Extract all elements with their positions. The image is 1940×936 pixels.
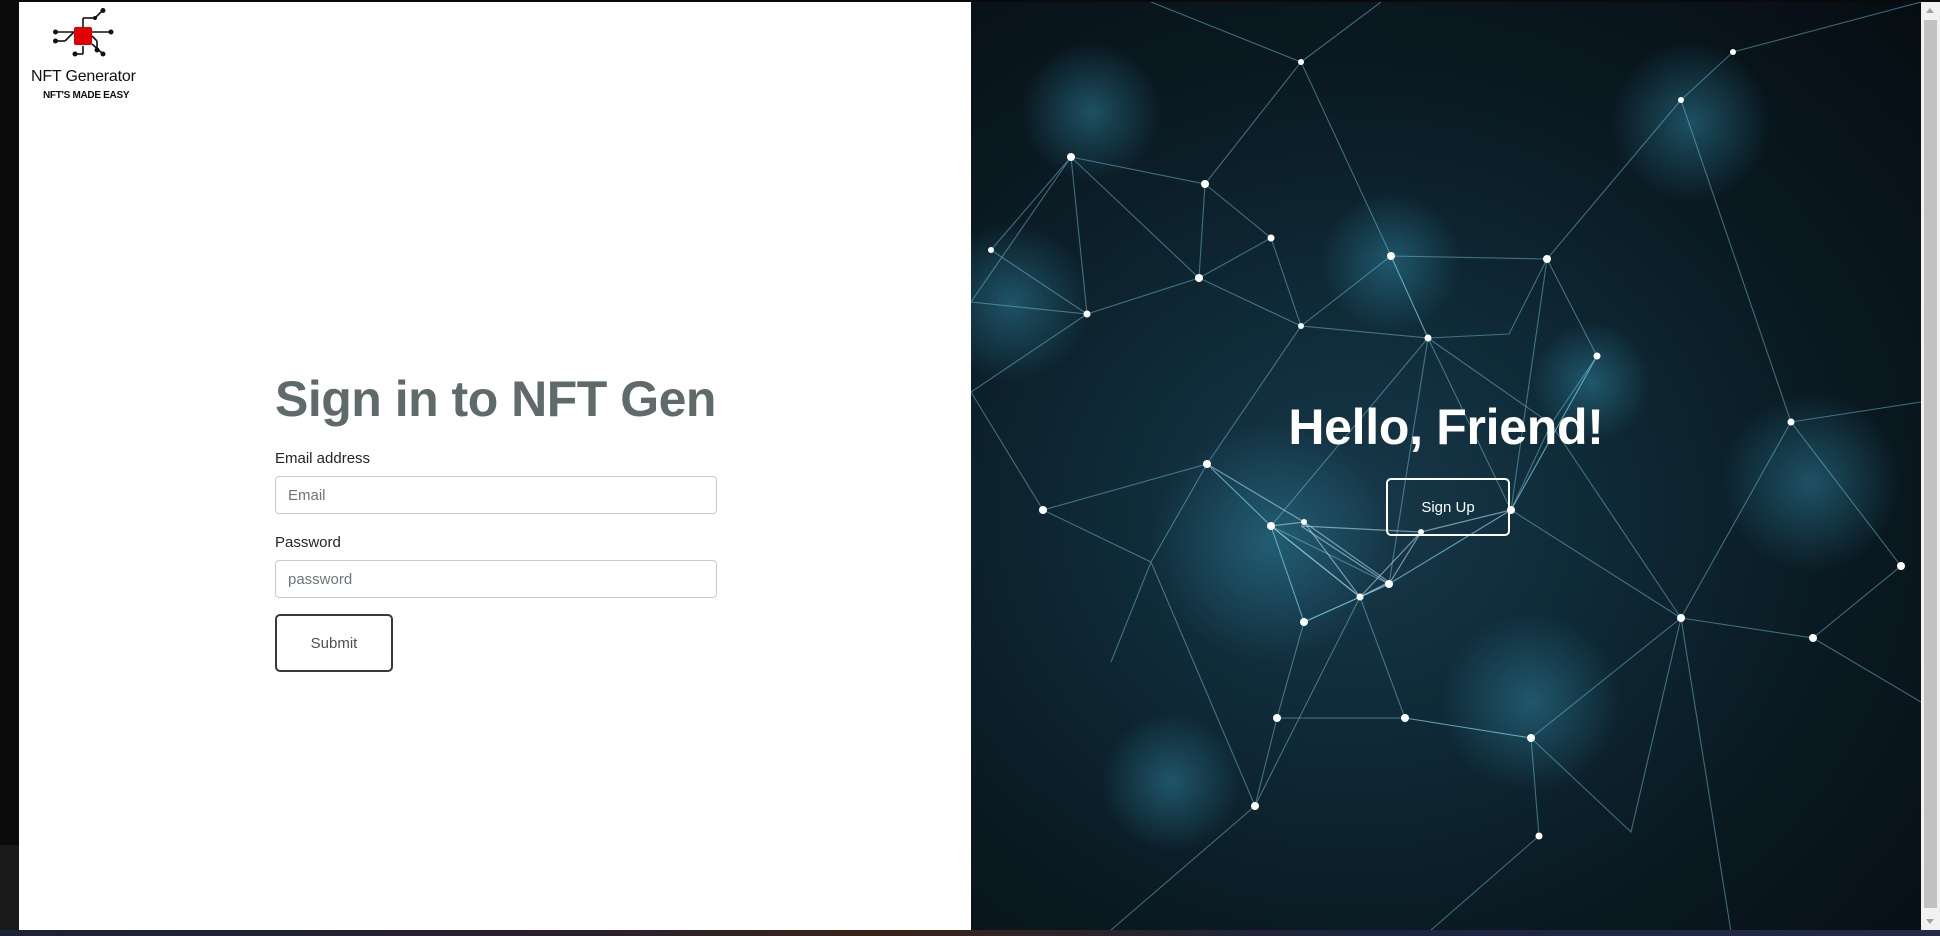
network-background-image [971,2,1921,930]
submit-button[interactable]: Submit [275,614,393,672]
scrollbar-thumb[interactable] [1924,20,1937,908]
hero-panel: Hello, Friend! Sign Up [971,2,1921,930]
scroll-up-arrow-icon[interactable] [1926,8,1934,13]
hero-title: Hello, Friend! [1288,399,1604,455]
signup-button[interactable]: Sign Up [1386,478,1510,536]
logo-tagline: NFT'S MADE EASY [43,90,130,101]
password-label: Password [275,534,341,551]
left-edge [0,0,19,936]
vertical-scrollbar[interactable] [1921,2,1940,930]
signin-form: Sign in to NFT Gen Email address Passwor… [275,364,717,672]
left-edge-shadow [0,845,19,931]
password-input[interactable] [275,560,717,598]
circuit-chip-icon [53,8,114,57]
brand-logo[interactable]: NFT Generator NFT'S MADE EASY [25,6,149,102]
email-label: Email address [275,450,371,467]
logo-title: NFT Generator [31,68,136,85]
browser-viewport: NFT Generator NFT'S MADE EASY Sign in to… [0,0,1940,936]
signin-title: Sign in to NFT Gen [275,371,716,427]
scroll-down-arrow-icon[interactable] [1926,919,1934,924]
email-input[interactable] [275,476,717,514]
signin-panel: NFT Generator NFT'S MADE EASY Sign in to… [19,2,971,930]
taskbar-edge [0,930,1940,936]
